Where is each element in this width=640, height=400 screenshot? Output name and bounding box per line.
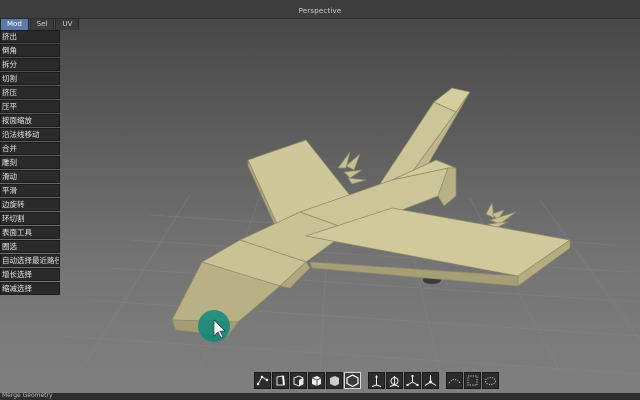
tool-normal-move[interactable]: 沿法线移动 bbox=[0, 128, 60, 141]
move-axis-icon[interactable] bbox=[368, 372, 385, 389]
tool-edge-rotate[interactable]: 边旋转 bbox=[0, 198, 60, 211]
tool-lasso-select[interactable]: 圈选 bbox=[0, 240, 60, 253]
exhaust-spikes-lower bbox=[485, 202, 517, 229]
smooth-display-icon[interactable] bbox=[446, 372, 463, 389]
grid-display-icon[interactable] bbox=[464, 372, 481, 389]
universal-axis-icon[interactable] bbox=[422, 372, 439, 389]
cloud-display-icon[interactable] bbox=[482, 372, 499, 389]
tool-shortest-path-select[interactable]: 自动选择最近路径 bbox=[0, 254, 60, 267]
viewport-scene[interactable] bbox=[0, 0, 640, 400]
vertex-mode-icon[interactable] bbox=[254, 372, 271, 389]
face-mode-icon[interactable] bbox=[290, 372, 307, 389]
rotate-axis-icon[interactable] bbox=[386, 372, 403, 389]
viewport-title: Perspective bbox=[298, 7, 342, 15]
object-mode-icon[interactable] bbox=[308, 372, 325, 389]
tool-smooth[interactable]: 平滑 bbox=[0, 184, 60, 197]
airplane-model bbox=[171, 87, 571, 337]
tool-cut[interactable]: 切割 bbox=[0, 72, 60, 85]
tool-squeeze[interactable]: 挤压 bbox=[0, 86, 60, 99]
tool-shrink-select[interactable]: 缩减选择 bbox=[0, 282, 60, 295]
exhaust-spikes-upper bbox=[337, 151, 367, 185]
status-bar: Merge Geometry bbox=[0, 392, 640, 400]
tool-bevel[interactable]: 倒角 bbox=[0, 44, 60, 57]
tab-mod[interactable]: Mod bbox=[0, 18, 29, 30]
tab-sel[interactable]: Sel bbox=[29, 18, 55, 30]
mode-tabs: Mod Sel UV bbox=[0, 18, 80, 30]
viewport-header: Perspective bbox=[0, 0, 640, 19]
selection-mode-group bbox=[254, 372, 362, 390]
tab-uv[interactable]: UV bbox=[55, 18, 80, 30]
edge-mode-icon[interactable] bbox=[272, 372, 289, 389]
transform-axis-group bbox=[368, 372, 440, 390]
tool-face-scale[interactable]: 按面缩放 bbox=[0, 114, 60, 127]
tool-sculpt[interactable]: 雕刻 bbox=[0, 156, 60, 169]
status-text: Merge Geometry bbox=[2, 392, 53, 399]
selection-tools-panel: 圈选 自动选择最近路径 增长选择 缩减选择 bbox=[0, 240, 60, 296]
tool-extrude[interactable]: 挤出 bbox=[0, 30, 60, 43]
display-mode-group bbox=[446, 372, 500, 390]
tool-split[interactable]: 拆分 bbox=[0, 58, 60, 71]
modeling-tools-panel: 挤出 倒角 拆分 切割 挤压 压平 按面缩放 沿法线移动 合并 雕刻 滑动 平滑… bbox=[0, 30, 60, 240]
tool-loop-cut[interactable]: 环切割 bbox=[0, 212, 60, 225]
tool-surface[interactable]: 表面工具 bbox=[0, 226, 60, 239]
tool-slide[interactable]: 滑动 bbox=[0, 170, 60, 183]
solid-mode-icon[interactable] bbox=[326, 372, 343, 389]
tool-flatten[interactable]: 压平 bbox=[0, 100, 60, 113]
3d-viewport[interactable]: Perspective Mod Sel UV 挤出 倒角 拆分 切割 挤压 压平… bbox=[0, 0, 640, 400]
wireframe-toggle-icon[interactable] bbox=[344, 372, 361, 389]
tool-grow-select[interactable]: 增长选择 bbox=[0, 268, 60, 281]
tool-merge[interactable]: 合并 bbox=[0, 142, 60, 155]
bottom-toolbar bbox=[254, 372, 506, 390]
scale-axis-icon[interactable] bbox=[404, 372, 421, 389]
